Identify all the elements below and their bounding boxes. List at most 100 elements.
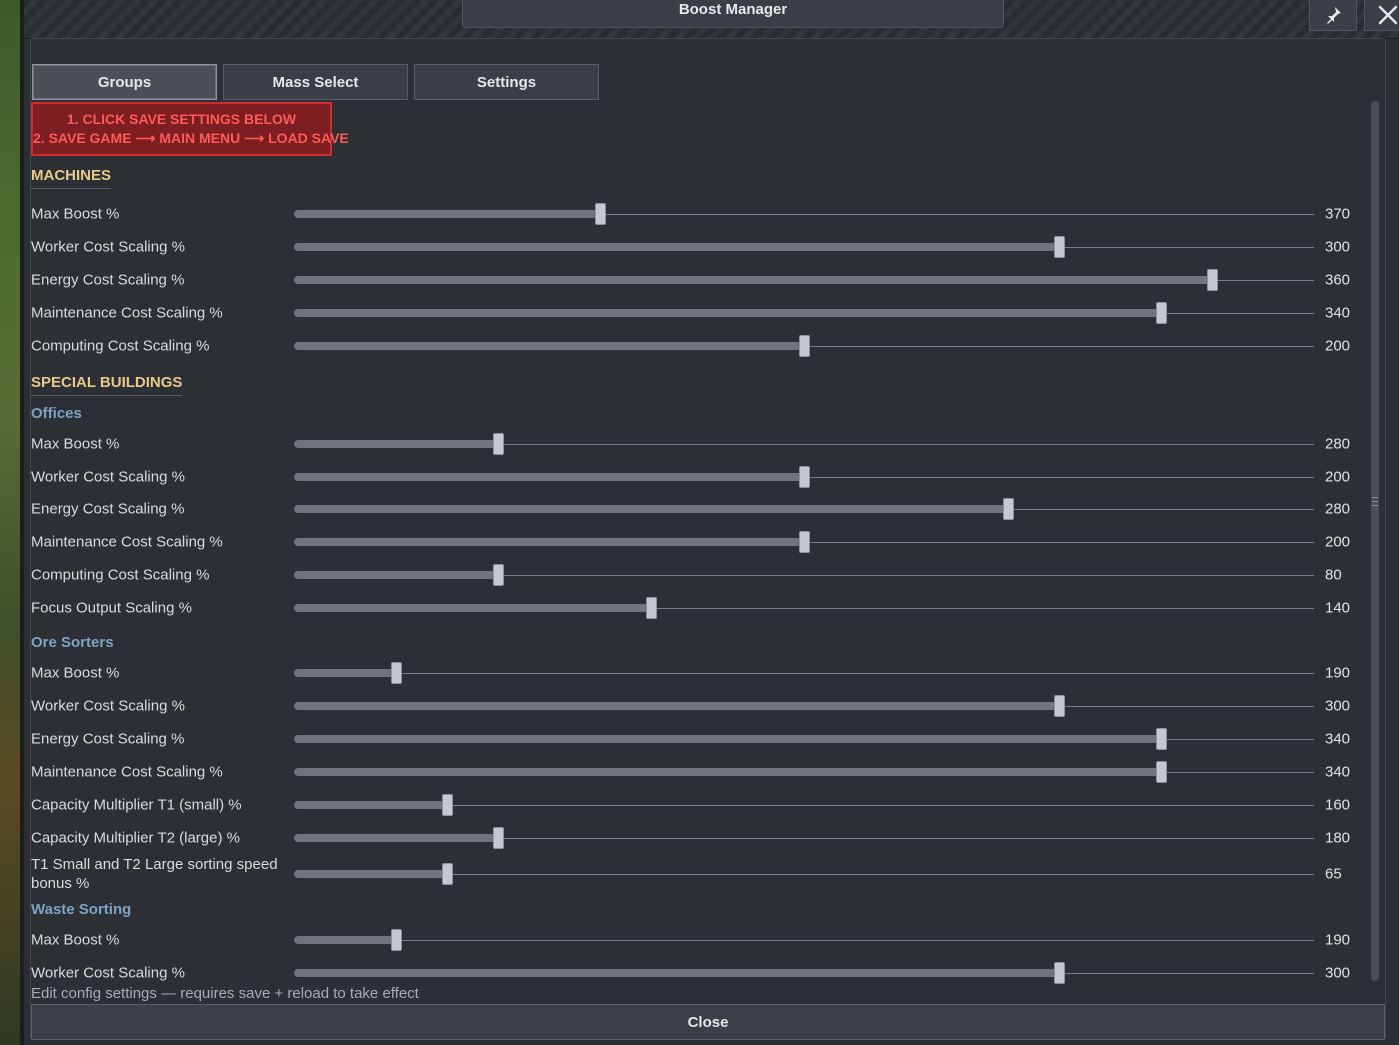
slider-value: 340 [1325, 304, 1351, 322]
slider-track[interactable] [294, 940, 1314, 941]
slider-track[interactable] [294, 673, 1314, 674]
slider-label: T1 Small and T2 Large sorting speed bonu… [31, 856, 278, 892]
tab-mass-select[interactable]: Mass Select [223, 64, 408, 100]
slider-handle[interactable] [1156, 728, 1167, 750]
slider-fill [294, 768, 1161, 776]
panel-content: Groups Mass Select Settings 1. CLICK SAV… [31, 39, 1385, 1040]
slider-label: Maintenance Cost Scaling % [31, 304, 223, 322]
slider-fill [294, 702, 1059, 710]
slider-fill [294, 571, 498, 579]
slider-value: 80 [1325, 566, 1342, 584]
slider-row: Capacity Multiplier T1 (small) % 160 [31, 790, 1356, 820]
slider-fill [294, 870, 447, 878]
slider-fill [294, 473, 804, 481]
slider-label: Focus Output Scaling % [31, 599, 192, 617]
slider-label: Max Boost % [31, 435, 120, 453]
slider-label: Worker Cost Scaling % [31, 238, 185, 256]
slider-handle[interactable] [799, 531, 810, 553]
slider-label: Energy Cost Scaling % [31, 730, 185, 748]
slider-handle[interactable] [391, 929, 402, 951]
slider-label: Capacity Multiplier T2 (large) % [31, 829, 240, 847]
slider-handle[interactable] [799, 466, 810, 488]
slider-label: Energy Cost Scaling % [31, 500, 185, 518]
slider-fill [294, 936, 396, 944]
slider-fill [294, 669, 396, 677]
slider-handle[interactable] [493, 433, 504, 455]
slider-handle[interactable] [1054, 695, 1065, 717]
slider-label: Worker Cost Scaling % [31, 697, 185, 715]
slider-row: Worker Cost Scaling % 300 [31, 958, 1356, 988]
warning-line-1: 1. CLICK SAVE SETTINGS BELOW [66, 111, 297, 127]
slider-handle[interactable] [442, 863, 453, 885]
slider-row: Capacity Multiplier T2 (large) % 180 [31, 823, 1356, 853]
slider-fill [294, 604, 651, 612]
subsection-ore-sorters: Ore Sorters [31, 634, 114, 651]
slider-value: 140 [1325, 599, 1351, 617]
pin-button[interactable] [1309, 0, 1357, 31]
slider-label: Maintenance Cost Scaling % [31, 763, 223, 781]
game-world-background [0, 0, 24, 1045]
slider-handle[interactable] [1156, 761, 1167, 783]
slider-fill [294, 969, 1059, 977]
slider-handle[interactable] [442, 794, 453, 816]
scrollbar-thumb[interactable] [1371, 101, 1379, 981]
slider-value: 340 [1325, 763, 1351, 781]
slider-handle[interactable] [493, 564, 504, 586]
slider-fill [294, 276, 1212, 284]
slider-label: Computing Cost Scaling % [31, 337, 210, 355]
slider-row: Max Boost % 280 [31, 429, 1356, 459]
slider-label: Max Boost % [31, 205, 120, 223]
slider-row: Focus Output Scaling % 140 [31, 593, 1356, 623]
slider-value: 280 [1325, 435, 1351, 453]
slider-handle[interactable] [391, 662, 402, 684]
slider-value: 370 [1325, 205, 1351, 223]
slider-label: Max Boost % [31, 664, 120, 682]
slider-handle[interactable] [1156, 302, 1167, 324]
slider-label: Maintenance Cost Scaling % [31, 533, 223, 551]
slider-handle[interactable] [646, 597, 657, 619]
slider-handle[interactable] [1207, 269, 1218, 291]
slider-value: 190 [1325, 931, 1351, 949]
close-button[interactable]: Close [31, 1004, 1385, 1040]
slider-label: Worker Cost Scaling % [31, 964, 185, 982]
slider-row: T1 Small and T2 Large sorting speed bonu… [31, 853, 1356, 895]
slider-value: 280 [1325, 500, 1351, 518]
warning-line-2: 2. SAVE GAME ⟶ MAIN MENU ⟶ LOAD SAVE [33, 130, 349, 146]
tab-settings[interactable]: Settings [414, 64, 599, 100]
section-special-buildings: SPECIAL BUILDINGS [31, 374, 183, 396]
slider-handle[interactable] [595, 203, 606, 225]
slider-handle[interactable] [1054, 962, 1065, 984]
slider-row: Worker Cost Scaling % 300 [31, 691, 1356, 721]
slider-fill [294, 440, 498, 448]
slider-handle[interactable] [799, 335, 810, 357]
slider-row: Worker Cost Scaling % 300 [31, 232, 1356, 262]
slider-row: Computing Cost Scaling % 80 [31, 560, 1356, 590]
slider-row: Energy Cost Scaling % 360 [31, 265, 1356, 295]
slider-label: Capacity Multiplier T1 (small) % [31, 796, 242, 814]
slider-handle[interactable] [1054, 236, 1065, 258]
slider-handle[interactable] [1003, 498, 1014, 520]
tab-groups[interactable]: Groups [32, 64, 217, 100]
slider-row: Energy Cost Scaling % 280 [31, 494, 1356, 524]
slider-label: Energy Cost Scaling % [31, 271, 185, 289]
slider-value: 300 [1325, 238, 1351, 256]
slider-row: Maintenance Cost Scaling % 340 [31, 298, 1356, 328]
slider-value: 160 [1325, 796, 1351, 814]
scrollbar[interactable] [1371, 101, 1379, 981]
pin-icon [1327, 7, 1341, 24]
close-icon [1378, 5, 1398, 25]
slider-fill [294, 538, 804, 546]
slider-row: Worker Cost Scaling % 200 [31, 462, 1356, 492]
boost-manager-panel: Groups Mass Select Settings 1. CLICK SAV… [30, 38, 1386, 1040]
slider-handle[interactable] [493, 827, 504, 849]
slider-value: 340 [1325, 730, 1351, 748]
window-header: Boost Manager [24, 0, 1399, 39]
slider-value: 190 [1325, 664, 1351, 682]
slider-fill [294, 309, 1161, 317]
footer-note: Edit config settings — requires save + r… [31, 985, 419, 1002]
slider-row: Maintenance Cost Scaling % 340 [31, 757, 1356, 787]
slider-row: Max Boost % 370 [31, 199, 1356, 229]
slider-value: 200 [1325, 533, 1351, 551]
window-close-button[interactable] [1364, 0, 1399, 31]
subsection-offices: Offices [31, 405, 82, 422]
